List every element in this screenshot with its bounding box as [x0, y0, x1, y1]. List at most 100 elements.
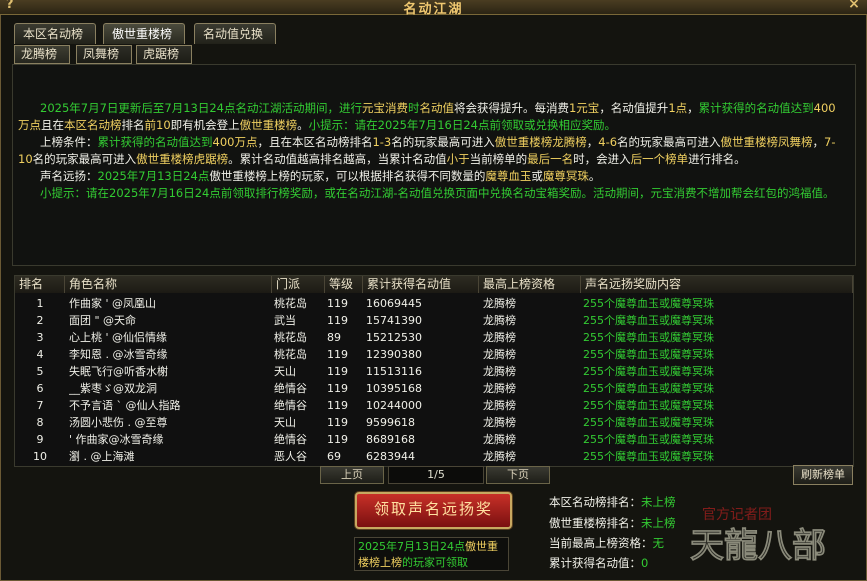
cell-value: 15212530 — [366, 331, 422, 344]
cell-qual: 龙腾榜 — [483, 331, 516, 344]
cell-qual: 龙腾榜 — [483, 382, 516, 395]
cell-school: 桃花岛 — [274, 331, 307, 344]
cell-rank: 9 — [36, 433, 44, 446]
cell-reward: 255个魔尊血玉或魔尊冥珠 — [583, 382, 714, 395]
cell-rank: 1 — [36, 297, 44, 310]
tab-aoshi-rank[interactable]: 傲世重楼榜 — [103, 23, 185, 44]
table-row[interactable]: 1 作曲家 ' @凤凰山 桃花岛 119 16069445 龙腾榜 255个魔尊血玉或魔尊冥… — [15, 295, 853, 312]
cell-value: 6283944 — [366, 450, 415, 463]
close-icon[interactable]: × — [847, 0, 861, 11]
cell-qual: 龙腾榜 — [483, 450, 516, 463]
cell-value: 16069445 — [366, 297, 422, 310]
table-row[interactable]: 5 失眠飞行@听香水榭 天山 119 11513116 龙腾榜 255个魔尊血玉或魔尊冥珠 — [15, 363, 853, 380]
table-row[interactable]: 7 不予言语 ` @仙人指路 绝情谷 119 10244000 龙腾榜 255个魔尊血玉或魔… — [15, 397, 853, 414]
tab-exchange[interactable]: 名动值兑换 — [194, 23, 276, 44]
col-qualification: 最高上榜资格 — [479, 276, 581, 293]
col-reward: 声名远扬奖励内容 — [581, 276, 853, 293]
cell-name: 瀏 . @上海滩 — [69, 450, 135, 463]
desc-paragraph-4: 小提示：请在2025年7月16日24点前领取排行榜奖励，或在名动江湖-名动值兑换… — [40, 186, 835, 200]
cell-school: 绝情谷 — [274, 399, 307, 412]
cell-name: 不予言语 ` @仙人指路 — [69, 399, 181, 412]
table-row[interactable]: 6 __紫枣ゞ@双龙洞 绝情谷 119 10395168 龙腾榜 255个魔尊血玉或魔尊冥珠 — [15, 380, 853, 397]
cell-level: 119 — [327, 314, 348, 327]
description-text: 2025年7月7日更新后至7月13日24点名动江湖活动期间，进行元宝消费时名动值… — [18, 100, 843, 202]
col-level: 等级 — [325, 276, 363, 293]
table-row[interactable]: 9 ' 作曲家@冰雪奇缘 绝情谷 119 8689168 龙腾榜 255个魔尊血玉或魔尊冥珠 — [15, 431, 853, 448]
cell-value: 9599618 — [366, 416, 415, 429]
cell-qual: 龙腾榜 — [483, 314, 516, 327]
cell-reward: 255个魔尊血玉或魔尊冥珠 — [583, 297, 714, 310]
watermark-text: 官方记者团 — [702, 507, 772, 523]
cell-school: 天山 — [274, 365, 296, 378]
table-row[interactable]: 3 心上桃 ' @仙侣情缘 桃花岛 89 15212530 龙腾榜 255个魔尊血玉或魔尊冥… — [15, 329, 853, 346]
cell-school: 绝情谷 — [274, 433, 307, 446]
cell-name: 作曲家 ' @凤凰山 — [69, 297, 157, 310]
cell-level: 119 — [327, 297, 348, 310]
refresh-button[interactable]: 刷新榜单 — [793, 465, 853, 485]
cell-school: 绝情谷 — [274, 382, 307, 395]
cell-school: 桃花岛 — [274, 348, 307, 361]
desc-paragraph-3: 声名远扬：2025年7月13日24点傲世重楼榜上榜的玩家，可以根据排名获得不同数… — [40, 169, 601, 183]
table-row[interactable]: 2 面团 " @天命 武当 119 15741390 龙腾榜 255个魔尊血玉或魔尊冥珠 — [15, 312, 853, 329]
ranking-table: 排名 角色名称 门派 等级 累计获得名动值 最高上榜资格 声名远扬奖励内容 1 作… — [14, 275, 854, 467]
cell-rank: 5 — [36, 365, 44, 378]
next-page-button[interactable]: 下页 — [486, 466, 550, 484]
table-row[interactable]: 8 汤圆小悲伤 . @至尊 天山 119 9599618 龙腾榜 255个魔尊血玉或魔尊冥珠 — [15, 414, 853, 431]
cell-rank: 2 — [36, 314, 44, 327]
col-value: 累计获得名动值 — [363, 276, 479, 293]
cell-reward: 255个魔尊血玉或魔尊冥珠 — [583, 399, 714, 412]
desc-paragraph-1: 2025年7月7日更新后至7月13日24点名动江湖活动期间，进行元宝消费时名动值… — [18, 101, 836, 132]
cell-name: 失眠飞行@听香水榭 — [69, 365, 168, 378]
cell-name: 汤圆小悲伤 . @至尊 — [69, 416, 168, 429]
prev-page-button[interactable]: 上页 — [320, 466, 384, 484]
cell-level: 69 — [327, 450, 341, 463]
subtab-longteng[interactable]: 龙腾榜 — [14, 45, 70, 64]
cell-rank: 6 — [36, 382, 44, 395]
cell-qual: 龙腾榜 — [483, 433, 516, 446]
subtab-fengwu[interactable]: 凤舞榜 — [76, 45, 132, 64]
cell-school: 恶人谷 — [274, 450, 307, 463]
cell-rank: 3 — [36, 331, 44, 344]
tab-local-rank[interactable]: 本区名动榜 — [14, 23, 96, 44]
cell-qual: 龙腾榜 — [483, 348, 516, 361]
cell-qual: 龙腾榜 — [483, 297, 516, 310]
cell-value: 12390380 — [366, 348, 422, 361]
cell-reward: 255个魔尊血玉或魔尊冥珠 — [583, 331, 714, 344]
logo-text: 天龍八部 — [690, 526, 826, 566]
subtab-huju[interactable]: 虎踞榜 — [136, 45, 192, 64]
cell-rank: 8 — [36, 416, 44, 429]
desc-paragraph-2: 上榜条件：累计获得的名动值达到400万点，且在本区名动榜排名1-3名的玩家最高可… — [18, 135, 836, 166]
cell-value: 8689168 — [366, 433, 415, 446]
col-school: 门派 — [272, 276, 325, 293]
cell-name: ' 作曲家@冰雪奇缘 — [69, 433, 164, 446]
window-title: 名动江湖 — [403, 2, 464, 17]
cell-level: 119 — [327, 416, 348, 429]
cell-qual: 龙腾榜 — [483, 365, 516, 378]
cell-school: 武当 — [274, 314, 296, 327]
cell-reward: 255个魔尊血玉或魔尊冥珠 — [583, 450, 714, 463]
cell-name: 面团 " @天命 — [69, 314, 137, 327]
claim-reward-button[interactable]: 领取声名远扬奖 — [355, 492, 512, 529]
cell-level: 119 — [327, 399, 348, 412]
cell-reward: 255个魔尊血玉或魔尊冥珠 — [583, 314, 714, 327]
cell-school: 桃花岛 — [274, 297, 307, 310]
cell-reward: 255个魔尊血玉或魔尊冥珠 — [583, 416, 714, 429]
cell-name: 李知恩 . @冰雪奇缘 — [69, 348, 168, 361]
cell-level: 119 — [327, 365, 348, 378]
table-header: 排名 角色名称 门派 等级 累计获得名动值 最高上榜资格 声名远扬奖励内容 — [15, 276, 853, 293]
cell-reward: 255个魔尊血玉或魔尊冥珠 — [583, 433, 714, 446]
cell-school: 天山 — [274, 416, 296, 429]
col-rank: 排名 — [15, 276, 65, 293]
col-name: 角色名称 — [65, 276, 272, 293]
cell-name: __紫枣ゞ@双龙洞 — [69, 382, 157, 395]
cell-level: 119 — [327, 382, 348, 395]
cell-value: 10395168 — [366, 382, 422, 395]
cell-level: 89 — [327, 331, 341, 344]
cell-reward: 255个魔尊血玉或魔尊冥珠 — [583, 348, 714, 361]
cell-qual: 龙腾榜 — [483, 416, 516, 429]
table-row[interactable]: 10 瀏 . @上海滩 恶人谷 69 6283944 龙腾榜 255个魔尊血玉或魔尊冥珠 — [15, 448, 853, 465]
cell-value: 10244000 — [366, 399, 422, 412]
table-row[interactable]: 4 李知恩 . @冰雪奇缘 桃花岛 119 12390380 龙腾榜 255个魔尊血玉或魔尊… — [15, 346, 853, 363]
page-indicator: 1/5 — [388, 466, 484, 484]
cell-rank: 10 — [33, 450, 47, 463]
